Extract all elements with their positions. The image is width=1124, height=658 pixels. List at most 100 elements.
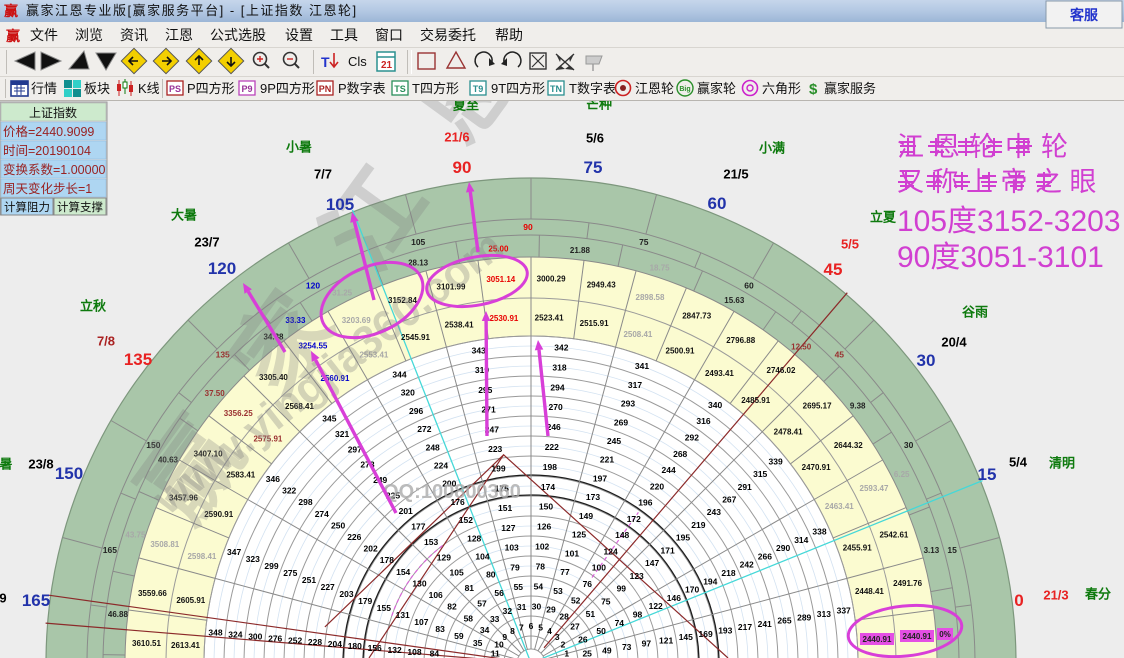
svg-text:P四方形: P四方形 bbox=[187, 81, 235, 96]
svg-text:58: 58 bbox=[464, 613, 474, 623]
svg-text:271: 271 bbox=[482, 405, 496, 415]
svg-text:TN: TN bbox=[550, 84, 562, 94]
svg-text:127: 127 bbox=[501, 523, 515, 533]
svg-text:49: 49 bbox=[602, 645, 612, 655]
svg-text:218: 218 bbox=[721, 568, 735, 578]
svg-text:345: 345 bbox=[322, 413, 336, 423]
svg-text:272: 272 bbox=[417, 424, 431, 434]
svg-text:2470.91: 2470.91 bbox=[802, 463, 831, 472]
svg-text:173: 173 bbox=[586, 492, 600, 502]
svg-text:152: 152 bbox=[459, 515, 473, 525]
svg-text:78: 78 bbox=[536, 561, 546, 571]
svg-text:52: 52 bbox=[571, 595, 581, 605]
svg-text:六角形: 六角形 bbox=[762, 81, 801, 96]
svg-text:75: 75 bbox=[584, 158, 603, 177]
svg-text:5/4: 5/4 bbox=[1009, 455, 1028, 470]
svg-text:5/5: 5/5 bbox=[841, 237, 859, 252]
svg-text:267: 267 bbox=[722, 495, 736, 505]
svg-text:2455.91: 2455.91 bbox=[843, 544, 872, 553]
svg-text:177: 177 bbox=[411, 521, 425, 531]
svg-text:217: 217 bbox=[738, 622, 752, 632]
svg-text:179: 179 bbox=[358, 596, 372, 606]
svg-text:45: 45 bbox=[835, 350, 845, 360]
svg-text:12.50: 12.50 bbox=[791, 343, 812, 352]
svg-text:291: 291 bbox=[738, 482, 752, 492]
svg-text:30: 30 bbox=[532, 601, 542, 611]
svg-text:2949.43: 2949.43 bbox=[587, 280, 616, 289]
svg-text:Cls: Cls bbox=[348, 54, 367, 69]
svg-text:32: 32 bbox=[503, 606, 513, 616]
svg-text:赢家服务: 赢家服务 bbox=[824, 81, 876, 96]
svg-text:51: 51 bbox=[586, 609, 596, 619]
svg-text:296: 296 bbox=[409, 406, 423, 416]
svg-text:34: 34 bbox=[480, 625, 490, 635]
svg-text:251: 251 bbox=[302, 575, 316, 585]
svg-text:2613.41: 2613.41 bbox=[171, 641, 200, 650]
svg-text:197: 197 bbox=[593, 474, 607, 484]
svg-text:222: 222 bbox=[545, 442, 559, 452]
svg-text:18.75: 18.75 bbox=[650, 263, 671, 272]
svg-text:100: 100 bbox=[592, 563, 606, 573]
svg-text:145: 145 bbox=[679, 632, 693, 642]
svg-text:2593.47: 2593.47 bbox=[860, 484, 889, 493]
svg-text:299: 299 bbox=[264, 561, 278, 571]
svg-text:文件: 文件 bbox=[30, 27, 58, 43]
svg-text:55: 55 bbox=[514, 582, 524, 592]
svg-text:77: 77 bbox=[560, 567, 570, 577]
svg-text:9P四方形: 9P四方形 bbox=[260, 81, 315, 96]
svg-text:帮助: 帮助 bbox=[495, 27, 523, 43]
svg-text:156: 156 bbox=[368, 643, 382, 653]
svg-text:23/8: 23/8 bbox=[28, 457, 53, 472]
svg-text:T9: T9 bbox=[473, 84, 484, 94]
svg-text:243: 243 bbox=[707, 507, 721, 517]
svg-text:146: 146 bbox=[667, 593, 681, 603]
svg-text:80: 80 bbox=[486, 570, 496, 580]
svg-text:199: 199 bbox=[491, 464, 505, 474]
svg-text:320: 320 bbox=[401, 388, 415, 398]
svg-text:3000.29: 3000.29 bbox=[537, 275, 566, 284]
svg-text:313: 313 bbox=[817, 609, 831, 619]
svg-text:客服: 客服 bbox=[1069, 7, 1099, 23]
svg-text:97: 97 bbox=[642, 639, 652, 649]
svg-text:27: 27 bbox=[570, 622, 580, 632]
svg-text:T四方形: T四方形 bbox=[412, 81, 459, 96]
svg-text:3: 3 bbox=[555, 632, 560, 642]
svg-text:3508.81: 3508.81 bbox=[150, 540, 179, 549]
svg-text:2898.58: 2898.58 bbox=[636, 293, 665, 302]
svg-text:242: 242 bbox=[740, 560, 754, 570]
svg-text:2515.91: 2515.91 bbox=[580, 319, 609, 328]
svg-text:谷雨: 谷雨 bbox=[962, 305, 988, 320]
svg-text:53: 53 bbox=[553, 586, 563, 596]
svg-text:15: 15 bbox=[978, 465, 997, 484]
svg-text:2491.76: 2491.76 bbox=[893, 579, 922, 588]
svg-text:2847.73: 2847.73 bbox=[682, 312, 711, 321]
svg-text:50: 50 bbox=[596, 626, 606, 636]
svg-text:108: 108 bbox=[407, 647, 421, 657]
svg-text:201: 201 bbox=[399, 506, 413, 516]
svg-text:196: 196 bbox=[638, 498, 652, 508]
svg-text:153: 153 bbox=[424, 537, 438, 547]
svg-text:15: 15 bbox=[947, 545, 957, 555]
svg-text:2440.91: 2440.91 bbox=[863, 635, 892, 644]
svg-text:3610.51: 3610.51 bbox=[132, 639, 161, 648]
svg-text:28: 28 bbox=[559, 612, 569, 622]
svg-text:2695.17: 2695.17 bbox=[803, 401, 832, 410]
svg-text:135: 135 bbox=[124, 350, 152, 369]
svg-text:21/5: 21/5 bbox=[723, 167, 748, 182]
svg-text:322: 322 bbox=[282, 486, 296, 496]
svg-text:150: 150 bbox=[539, 502, 553, 512]
svg-text:195: 195 bbox=[676, 533, 690, 543]
svg-text:123: 123 bbox=[630, 571, 644, 581]
svg-text:75: 75 bbox=[601, 596, 611, 606]
svg-text:6: 6 bbox=[529, 621, 534, 631]
svg-text:128: 128 bbox=[467, 533, 481, 543]
svg-text:79: 79 bbox=[510, 562, 520, 572]
svg-text:变换系数=1.00000: 变换系数=1.00000 bbox=[3, 162, 106, 177]
svg-text:315: 315 bbox=[753, 469, 767, 479]
svg-text:43.75: 43.75 bbox=[125, 530, 146, 539]
svg-text:84: 84 bbox=[430, 649, 440, 658]
svg-text:165: 165 bbox=[22, 591, 50, 610]
svg-text:337: 337 bbox=[837, 606, 851, 616]
svg-text:346: 346 bbox=[266, 474, 280, 484]
svg-text:244: 244 bbox=[662, 465, 676, 475]
